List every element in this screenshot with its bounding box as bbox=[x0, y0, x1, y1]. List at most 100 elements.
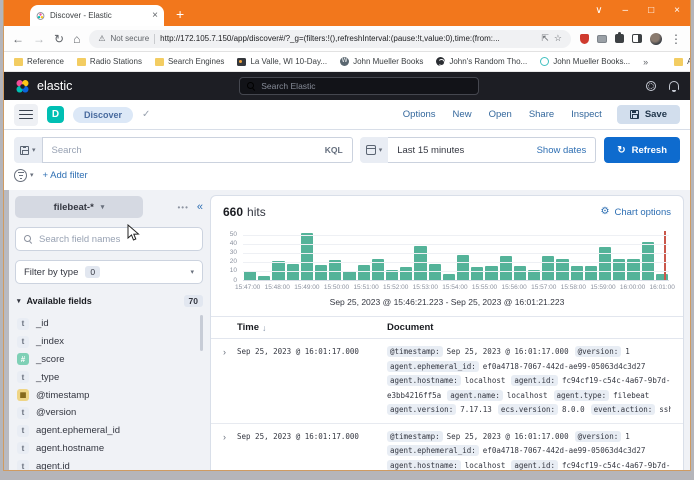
bookmark-item[interactable]: La Valle, WI 10-Day... bbox=[237, 57, 327, 66]
minimize-icon[interactable]: – bbox=[623, 6, 629, 16]
table-row[interactable]: ›Sep 25, 2023 @ 16:01:17.000@timestamp:S… bbox=[211, 339, 683, 424]
save-button[interactable]: Save bbox=[617, 105, 680, 124]
elastic-logo[interactable]: elastic bbox=[15, 79, 72, 94]
address-bar[interactable]: ⚠ Not secure http://172.105.7.150/app/di… bbox=[89, 30, 571, 48]
time-range-value[interactable]: Last 15 minutes bbox=[397, 145, 464, 156]
field-value: ef0a4718-7067-442d-ae99-05063d4c3d27 bbox=[483, 446, 646, 455]
histogram-bar bbox=[585, 266, 597, 281]
field-item[interactable]: t_id bbox=[15, 315, 203, 333]
histogram-bar bbox=[315, 265, 327, 281]
screenshot-extension-icon[interactable] bbox=[597, 35, 607, 43]
field-item[interactable]: #_score bbox=[15, 351, 203, 369]
tab-close-icon[interactable]: × bbox=[152, 11, 158, 21]
global-search-box[interactable] bbox=[239, 77, 479, 95]
date-picker-menu-button[interactable]: ▾ bbox=[360, 137, 389, 163]
bookmarks-overflow-icon[interactable]: » bbox=[643, 57, 648, 67]
topnav-item-open[interactable]: Open bbox=[489, 109, 512, 120]
field-item[interactable]: tagent.ephemeral_id bbox=[15, 422, 203, 440]
kql-search-input[interactable] bbox=[52, 145, 325, 156]
kql-search-box[interactable]: KQL bbox=[42, 137, 353, 163]
field-item[interactable]: t_type bbox=[15, 368, 203, 386]
bookmark-item[interactable]: Radio Stations bbox=[77, 57, 142, 66]
field-search-box[interactable] bbox=[15, 227, 203, 251]
all-bookmarks-button[interactable]: All Bookmarks bbox=[674, 57, 690, 66]
field-item[interactable]: tagent.hostname bbox=[15, 440, 203, 458]
new-tab-button[interactable]: + bbox=[176, 7, 184, 21]
field-search-input[interactable] bbox=[39, 234, 194, 245]
home-icon[interactable]: ⌂ bbox=[73, 33, 80, 45]
x-axis-tick: 15:48:00 bbox=[265, 284, 290, 291]
field-name: _index bbox=[36, 336, 64, 347]
collapse-sidebar-icon[interactable]: « bbox=[197, 202, 203, 213]
side-panel-icon[interactable] bbox=[632, 34, 642, 43]
topnav-item-new[interactable]: New bbox=[453, 109, 472, 120]
expand-row-icon[interactable]: › bbox=[223, 430, 237, 444]
available-fields-header[interactable]: ▾ Available fields 70 bbox=[15, 295, 203, 307]
topnav-item-share[interactable]: Share bbox=[529, 109, 554, 120]
url-text[interactable]: http://172.105.7.150/app/discover#/?_g=(… bbox=[160, 34, 536, 43]
field-name-pill: @timestamp: bbox=[387, 431, 443, 442]
y-axis-tick: 30 bbox=[217, 250, 237, 257]
index-pattern-button[interactable]: filebeat-* ▾ bbox=[15, 196, 143, 218]
field-item[interactable]: t_index bbox=[15, 333, 203, 351]
filter-row: ▾ + Add filter bbox=[4, 166, 690, 190]
field-value: localhost bbox=[507, 391, 548, 400]
field-value: 8.0.0 bbox=[562, 405, 585, 414]
index-pattern-options-icon[interactable]: ••• bbox=[177, 203, 188, 212]
add-filter-button[interactable]: + Add filter bbox=[43, 170, 88, 181]
menu-hamburger-icon[interactable] bbox=[14, 104, 38, 126]
space-avatar[interactable]: D bbox=[47, 106, 64, 123]
shield-extension-icon[interactable] bbox=[580, 34, 589, 44]
show-dates-button[interactable]: Show dates bbox=[537, 145, 587, 156]
alerts-icon[interactable] bbox=[669, 81, 679, 90]
maximize-icon[interactable]: □ bbox=[648, 6, 654, 16]
breadcrumb[interactable]: Discover bbox=[73, 107, 133, 123]
window-menu-icon[interactable]: ∨ bbox=[595, 6, 602, 16]
field-name-pill: @timestamp: bbox=[387, 346, 443, 357]
global-search-input[interactable] bbox=[261, 81, 471, 91]
bookmark-item[interactable]: John's Random Tho... bbox=[436, 57, 527, 66]
share-icon[interactable]: ⇱ bbox=[541, 34, 549, 43]
menu-dots-icon[interactable]: ⋮ bbox=[670, 33, 682, 45]
bookmark-label: La Valle, WI 10-Day... bbox=[250, 57, 327, 66]
field-item[interactable]: ▦@timestamp bbox=[15, 386, 203, 404]
field-item[interactable]: t@version bbox=[15, 404, 203, 422]
security-label[interactable]: Not secure bbox=[110, 34, 149, 43]
help-icon[interactable] bbox=[646, 81, 656, 91]
profile-avatar[interactable] bbox=[650, 33, 662, 45]
topnav-item-inspect[interactable]: Inspect bbox=[571, 109, 602, 120]
bookmark-item[interactable]: John Mueller Books... bbox=[540, 57, 630, 66]
topnav-item-options[interactable]: Options bbox=[403, 109, 436, 120]
histogram-chart[interactable]: 01020304050 bbox=[243, 231, 669, 281]
bookmark-item[interactable]: WJohn Mueller Books bbox=[340, 57, 423, 66]
extensions-area: ⋮ bbox=[580, 33, 682, 45]
bookmark-item[interactable]: Search Engines bbox=[155, 57, 224, 66]
browser-tab[interactable]: Discover - Elastic × bbox=[30, 5, 164, 26]
filter-by-type-select[interactable]: Filter by type 0 ▾ bbox=[15, 260, 203, 284]
back-icon[interactable]: ← bbox=[12, 33, 24, 45]
field-item[interactable]: tagent.id bbox=[15, 457, 203, 470]
close-icon[interactable]: × bbox=[674, 6, 680, 16]
refresh-button[interactable]: ↻ Refresh bbox=[604, 137, 680, 163]
header-icons bbox=[646, 81, 679, 91]
expand-row-icon[interactable]: › bbox=[223, 345, 237, 359]
field-name-pill: agent.hostname: bbox=[387, 375, 461, 386]
field-value: Sep 25, 2023 @ 16:01:17.000 bbox=[447, 432, 569, 441]
table-row[interactable]: ›Sep 25, 2023 @ 16:01:17.000@timestamp:S… bbox=[211, 424, 683, 471]
sort-descending-icon[interactable]: ↓ bbox=[262, 323, 266, 333]
time-range-field[interactable]: Last 15 minutes Show dates bbox=[388, 137, 596, 163]
extensions-puzzle-icon[interactable] bbox=[615, 34, 624, 43]
chart-options-button[interactable]: ⚙ Chart options bbox=[601, 207, 671, 218]
forward-icon[interactable]: → bbox=[33, 33, 45, 45]
y-axis-tick: 50 bbox=[217, 232, 237, 239]
column-time[interactable]: Time ↓ bbox=[237, 322, 387, 333]
bookmark-item[interactable]: Reference bbox=[14, 57, 64, 66]
saved-query-menu-button[interactable]: ▾ bbox=[14, 137, 42, 163]
field-name-pill: agent.type: bbox=[554, 390, 610, 401]
kql-language-button[interactable]: KQL bbox=[325, 145, 343, 155]
bookmark-star-icon[interactable]: ☆ bbox=[554, 34, 562, 43]
scrollbar-thumb[interactable] bbox=[200, 315, 203, 351]
bookmarks-bar: Reference Radio Stations Search Engines La … bbox=[4, 52, 690, 72]
reload-icon[interactable]: ↻ bbox=[54, 33, 64, 45]
filter-menu-button[interactable]: ▾ bbox=[14, 169, 34, 182]
